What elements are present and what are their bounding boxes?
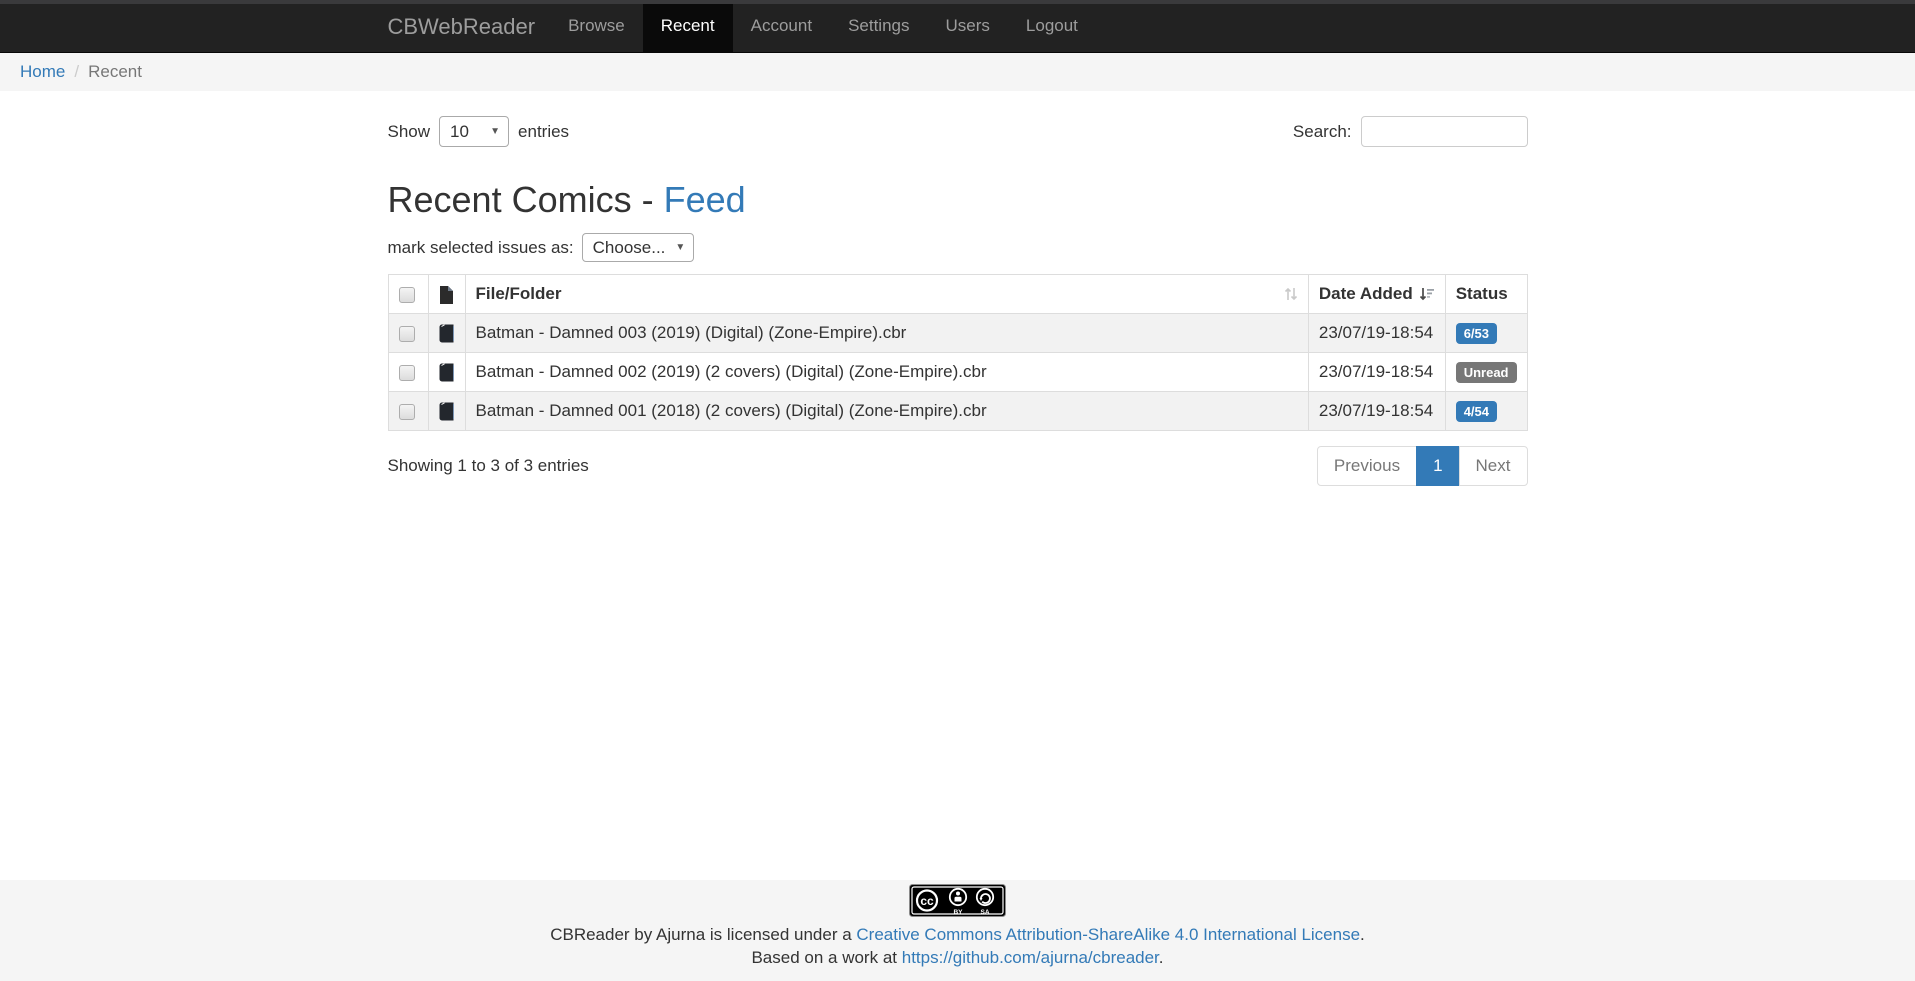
top-navbar: CBWebReader Browse Recent Account Settin… [0,0,1915,53]
breadcrumb-current: Recent [88,62,142,82]
next-page-button[interactable]: Next [1459,446,1528,486]
cc-sa-label: SA [980,909,989,916]
navbar-top-strip [0,0,1915,4]
status-badge[interactable]: Unread [1456,362,1517,383]
page-title: Recent Comics - Feed [388,179,1528,221]
page-length-select[interactable]: 10 ▼ [439,116,509,147]
search-input[interactable] [1361,116,1528,147]
mark-issues-label: mark selected issues as: [388,238,574,258]
source-text-suffix: . [1159,948,1164,967]
sort-both-icon [1284,286,1298,302]
comic-file-link[interactable]: Batman - Damned 002 (2019) (2 covers) (D… [465,353,1308,392]
file-icon [439,286,453,304]
row-checkbox[interactable] [399,326,415,342]
license-link[interactable]: Creative Commons Attribution-ShareAlike … [856,925,1360,944]
nav-item-recent[interactable]: Recent [643,0,733,52]
table-info: Showing 1 to 3 of 3 entries [388,456,589,476]
svg-text:cc: cc [920,894,934,908]
mark-issues-select[interactable]: Choose... ▼ [582,233,695,262]
comic-file-link[interactable]: Batman - Damned 001 (2018) (2 covers) (D… [465,392,1308,431]
entries-label: entries [518,122,569,142]
page-footer: cc BY SA CBReader by Ajurna is licensed … [0,880,1915,981]
nav-item-browse[interactable]: Browse [550,0,643,52]
breadcrumb-home-link[interactable]: Home [20,62,65,82]
status-header[interactable]: Status [1445,275,1527,314]
source-line: Based on a work at https://github.com/aj… [0,948,1915,968]
previous-page-button[interactable]: Previous [1317,446,1417,486]
page-length-value: 10 [450,122,469,142]
row-checkbox[interactable] [399,365,415,381]
table-header-row: File/Folder Date Added [388,275,1527,314]
type-column-header[interactable] [428,275,465,314]
table-row: Batman - Damned 002 (2019) (2 covers) (D… [388,353,1527,392]
nav-item-account[interactable]: Account [733,0,830,52]
book-icon [439,324,455,343]
breadcrumb-separator: / [65,62,88,82]
table-row: Batman - Damned 003 (2019) (Digital) (Zo… [388,314,1527,353]
github-link[interactable]: https://github.com/ajurna/cbreader [902,948,1159,967]
status-badge[interactable]: 4/54 [1456,401,1497,422]
cc-by-label: BY [953,909,963,916]
feed-link[interactable]: Feed [664,179,746,220]
license-line: CBReader by Ajurna is licensed under a C… [0,925,1915,945]
page-title-text: Recent Comics - [388,179,664,220]
search-control: Search: [1293,116,1528,147]
chevron-down-icon: ▼ [490,126,500,137]
pagination: Previous 1 Next [1317,446,1528,486]
select-all-checkbox[interactable] [399,287,415,303]
nav-item-settings[interactable]: Settings [830,0,927,52]
book-icon [439,363,455,382]
sort-descending-icon [1419,286,1435,302]
date-added-header[interactable]: Date Added [1308,275,1445,314]
file-folder-header[interactable]: File/Folder [465,275,1308,314]
mark-issues-value: Choose... [593,238,666,258]
main-content: Show 10 ▼ entries Search: Recent Comics … [0,91,1915,880]
select-all-header [388,275,428,314]
file-folder-header-label: File/Folder [476,284,562,304]
license-text-suffix: . [1360,925,1365,944]
row-checkbox[interactable] [399,404,415,420]
mark-issues-control: mark selected issues as: Choose... ▼ [388,233,1528,262]
table-row: Batman - Damned 001 (2018) (2 covers) (D… [388,392,1527,431]
main-nav: Browse Recent Account Settings Users Log… [550,0,1096,52]
status-badge[interactable]: 6/53 [1456,323,1497,344]
search-label: Search: [1293,122,1352,142]
nav-item-logout[interactable]: Logout [1008,0,1096,52]
recent-comics-table: File/Folder Date Added [388,274,1528,431]
date-added-header-label: Date Added [1319,284,1413,304]
status-header-label: Status [1456,284,1508,303]
chevron-down-icon: ▼ [675,242,685,253]
comic-file-link[interactable]: Batman - Damned 003 (2019) (Digital) (Zo… [465,314,1308,353]
date-added-cell: 23/07/19-18:54 [1308,353,1445,392]
page-1-button[interactable]: 1 [1416,446,1459,486]
license-text: CBReader by Ajurna is licensed under a [550,925,856,944]
cc-by-sa-badge[interactable]: cc BY SA [909,884,1006,922]
book-icon [439,402,455,421]
show-label: Show [388,122,431,142]
page-length-control: Show 10 ▼ entries [388,116,570,147]
brand-link[interactable]: CBWebReader [388,0,551,52]
breadcrumb: Home / Recent [0,53,1915,91]
nav-item-users[interactable]: Users [928,0,1008,52]
source-text: Based on a work at [751,948,901,967]
date-added-cell: 23/07/19-18:54 [1308,314,1445,353]
date-added-cell: 23/07/19-18:54 [1308,392,1445,431]
